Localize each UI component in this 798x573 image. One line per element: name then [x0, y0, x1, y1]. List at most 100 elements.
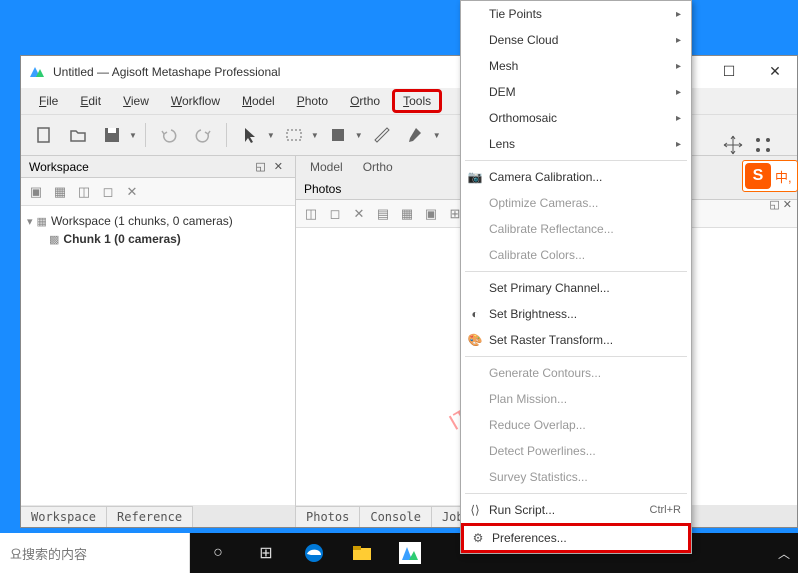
- menu-set-brightness[interactable]: ◐Set Brightness...: [461, 301, 691, 327]
- tree-root-label: Workspace (1 chunks, 0 cameras): [51, 214, 233, 228]
- menu-separator: [465, 271, 687, 272]
- workspace-panel-title: Workspace: [29, 160, 89, 174]
- menu-calibrate-colors[interactable]: Calibrate Colors...: [461, 242, 691, 268]
- select-rect-icon[interactable]: [279, 120, 309, 150]
- menu-orthomosaic[interactable]: Orthomosaic▸: [461, 105, 691, 131]
- menu-camera-calibration[interactable]: 📷Camera Calibration...: [461, 164, 691, 190]
- menu-generate-contours[interactable]: Generate Contours...: [461, 360, 691, 386]
- cortana-icon[interactable]: ○: [194, 533, 242, 573]
- disable-icon[interactable]: ◻: [97, 181, 119, 203]
- ruler-icon[interactable]: [367, 120, 397, 150]
- menu-edit[interactable]: Edit: [70, 91, 111, 111]
- tab-reference[interactable]: Reference: [107, 506, 193, 527]
- menu-preferences[interactable]: ⚙Preferences...: [464, 526, 688, 550]
- menu-set-primary-channel[interactable]: Set Primary Channel...: [461, 275, 691, 301]
- save-dropdown-icon[interactable]: ▼: [129, 131, 137, 140]
- add-chunk-icon[interactable]: ▣: [25, 181, 47, 203]
- expand-icon[interactable]: ▾: [27, 215, 33, 228]
- grid-tool-icon[interactable]: [752, 134, 774, 156]
- menu-detect-powerlines[interactable]: Detect Powerlines...: [461, 438, 691, 464]
- region-icon[interactable]: [323, 120, 353, 150]
- taskbar-search[interactable]: 요搜索的内容: [0, 533, 190, 573]
- chunk-icon: ▩: [49, 233, 59, 246]
- photos-panel-title: Photos: [304, 182, 341, 196]
- menu-view[interactable]: View: [113, 91, 159, 111]
- view-tab-ortho[interactable]: Ortho: [353, 157, 403, 177]
- tree-chunk[interactable]: ▩ Chunk 1 (0 cameras): [27, 230, 289, 248]
- menu-file[interactable]: File: [29, 91, 68, 111]
- task-view-icon[interactable]: ⊞: [242, 533, 290, 573]
- tab-photos[interactable]: Photos: [296, 506, 360, 527]
- metashape-taskbar-icon[interactable]: [386, 533, 434, 573]
- panel-restore-icon[interactable]: ◱: [251, 160, 269, 173]
- explorer-icon[interactable]: [338, 533, 386, 573]
- photo-tool-icon[interactable]: ▤: [372, 203, 394, 225]
- add-photos-icon[interactable]: ▦: [49, 181, 71, 203]
- menu-calibrate-reflectance[interactable]: Calibrate Reflectance...: [461, 216, 691, 242]
- pointer-icon[interactable]: [235, 120, 265, 150]
- save-icon[interactable]: [97, 120, 127, 150]
- search-placeholder-text: 요搜索的内容: [10, 544, 87, 563]
- workspace-panel-header: Workspace ◱ ✕: [21, 156, 295, 178]
- tree-root[interactable]: ▾ ▦ Workspace (1 chunks, 0 cameras): [27, 212, 289, 230]
- menu-model[interactable]: Model: [232, 91, 285, 111]
- photo-tool-icon[interactable]: ▦: [396, 203, 418, 225]
- app-logo-icon: [29, 64, 45, 80]
- workspace-tree[interactable]: ▾ ▦ Workspace (1 chunks, 0 cameras) ▩ Ch…: [21, 206, 295, 505]
- marker-dropdown-icon[interactable]: ▼: [433, 131, 441, 140]
- menu-survey-statistics[interactable]: Survey Statistics...: [461, 464, 691, 490]
- menu-optimize-cameras[interactable]: Optimize Cameras...: [461, 190, 691, 216]
- panel-pin-icon[interactable]: ◱ ✕: [769, 198, 792, 211]
- tab-workspace[interactable]: Workspace: [21, 506, 107, 527]
- tray-chevron-icon[interactable]: ︿: [778, 545, 790, 562]
- workspace-panel: Workspace ◱ ✕ ▣ ▦ ◫ ◻ ✕ ▾ ▦ Workspace (1…: [21, 156, 296, 527]
- ime-lang-label: 中,: [773, 167, 792, 186]
- undo-icon[interactable]: [154, 120, 184, 150]
- menu-separator: [465, 356, 687, 357]
- palette-icon: 🎨: [467, 333, 483, 347]
- move-tool-icon[interactable]: [722, 134, 744, 156]
- close-button[interactable]: ✕: [752, 55, 798, 87]
- menu-set-raster-transform[interactable]: 🎨Set Raster Transform...: [461, 327, 691, 353]
- pointer-dropdown-icon[interactable]: ▼: [267, 131, 275, 140]
- toolbar-separator: [226, 123, 227, 147]
- ime-badge[interactable]: S 中,: [742, 160, 798, 192]
- preferences-highlight: ⚙Preferences...: [461, 523, 691, 553]
- menu-lens[interactable]: Lens▸: [461, 131, 691, 157]
- brightness-icon: ◐: [467, 307, 483, 321]
- menu-dense-cloud[interactable]: Dense Cloud▸: [461, 27, 691, 53]
- view-tab-model[interactable]: Model: [300, 157, 353, 177]
- menu-separator: [465, 493, 687, 494]
- redo-icon[interactable]: [188, 120, 218, 150]
- enable-icon[interactable]: ◫: [73, 181, 95, 203]
- menu-reduce-overlap[interactable]: Reduce Overlap...: [461, 412, 691, 438]
- tab-console[interactable]: Console: [360, 506, 432, 527]
- edge-icon[interactable]: [290, 533, 338, 573]
- system-tray[interactable]: ︿: [770, 545, 798, 562]
- photo-tool-icon[interactable]: ▣: [420, 203, 442, 225]
- menu-mesh[interactable]: Mesh▸: [461, 53, 691, 79]
- photo-tool-icon[interactable]: ◫: [300, 203, 322, 225]
- marker-icon[interactable]: [401, 120, 431, 150]
- select-dropdown-icon[interactable]: ▼: [311, 131, 319, 140]
- menu-tools[interactable]: Tools: [392, 89, 442, 113]
- photo-tool-icon[interactable]: ◻: [324, 203, 346, 225]
- menu-tie-points[interactable]: Tie Points▸: [461, 1, 691, 27]
- menu-run-script[interactable]: ⟨⟩Run Script...Ctrl+R: [461, 497, 691, 523]
- menu-photo[interactable]: Photo: [287, 91, 338, 111]
- photo-tool-icon[interactable]: ✕: [348, 203, 370, 225]
- open-icon[interactable]: [63, 120, 93, 150]
- remove-icon[interactable]: ✕: [121, 181, 143, 203]
- menu-plan-mission[interactable]: Plan Mission...: [461, 386, 691, 412]
- region-dropdown-icon[interactable]: ▼: [355, 131, 363, 140]
- menu-workflow[interactable]: Workflow: [161, 91, 230, 111]
- tools-dropdown: Tie Points▸ Dense Cloud▸ Mesh▸ DEM▸ Orth…: [460, 0, 692, 554]
- sogou-logo-icon: S: [745, 163, 771, 189]
- panel-close-icon[interactable]: ✕: [270, 160, 287, 173]
- menu-dem[interactable]: DEM▸: [461, 79, 691, 105]
- workspace-icon: ▦: [37, 215, 47, 228]
- menu-ortho[interactable]: Ortho: [340, 91, 390, 111]
- maximize-button[interactable]: ☐: [706, 55, 752, 87]
- gear-icon: ⚙: [470, 531, 486, 545]
- new-icon[interactable]: [29, 120, 59, 150]
